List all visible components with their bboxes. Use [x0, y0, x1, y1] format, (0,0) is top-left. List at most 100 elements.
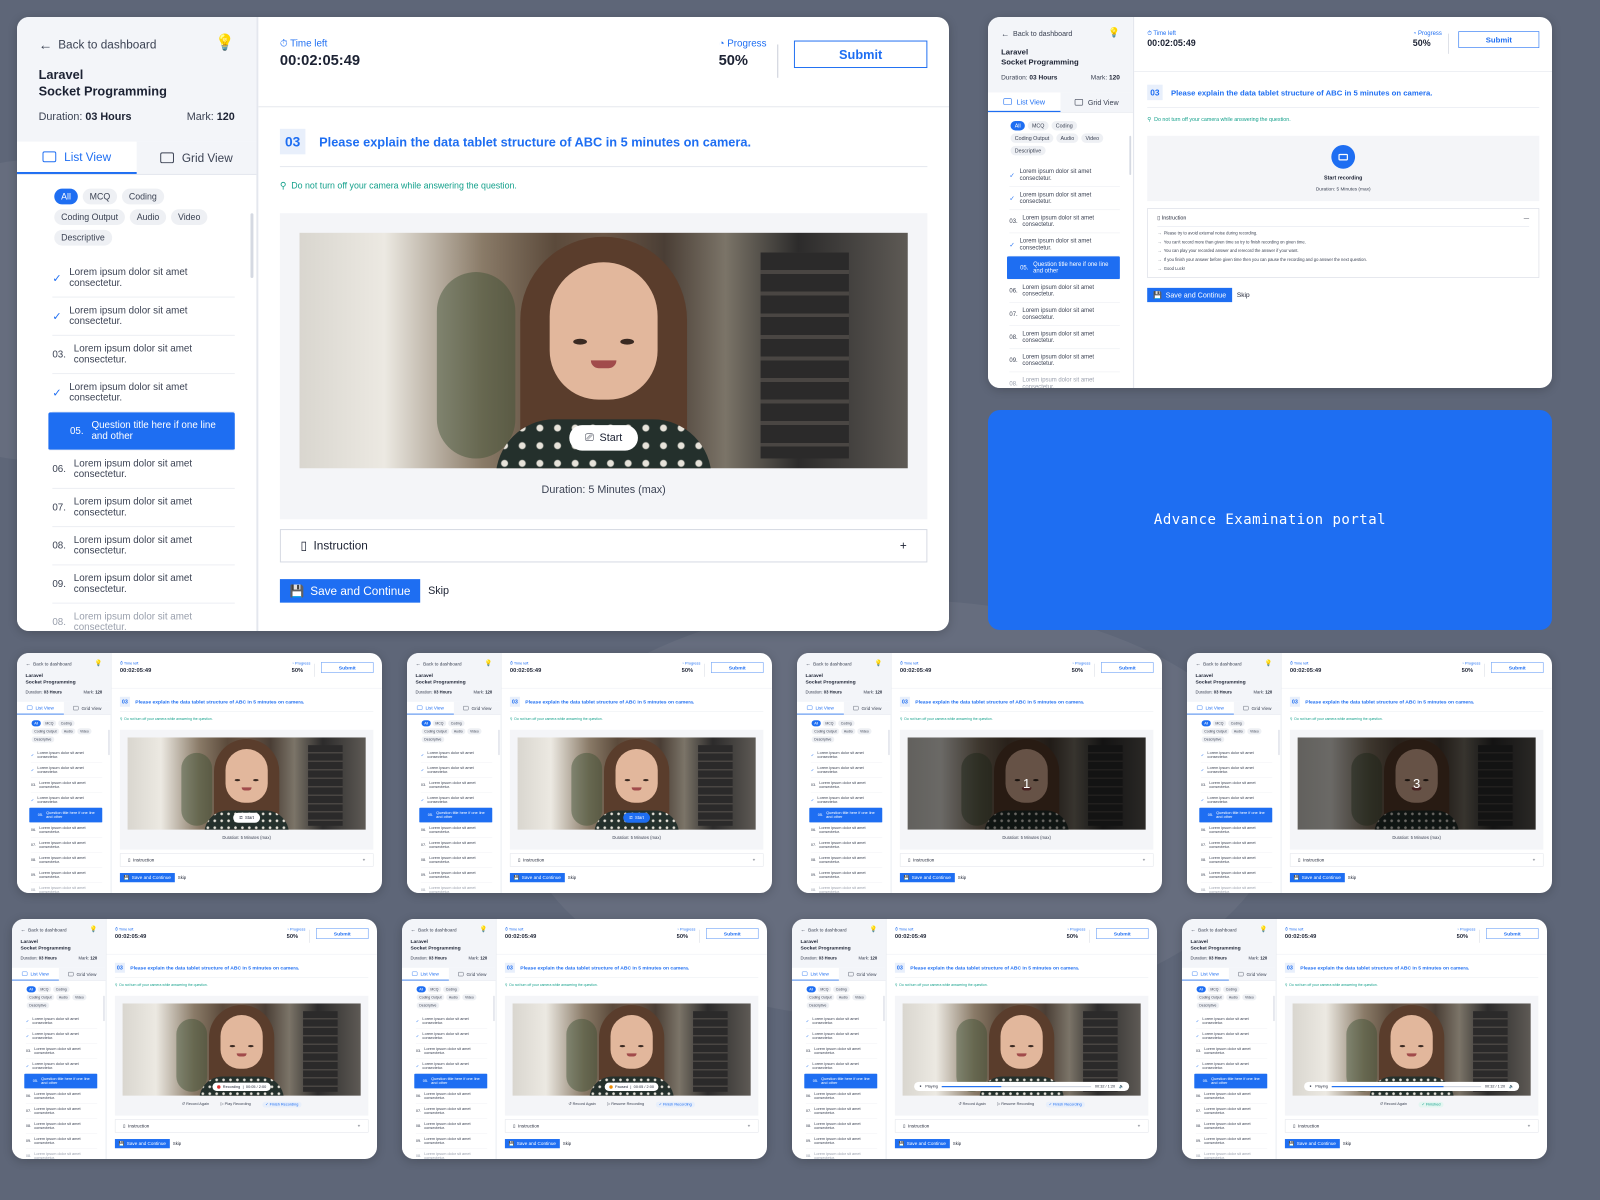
- chip-coding-output[interactable]: Coding Output: [54, 209, 125, 225]
- save-continue-button[interactable]: 💾 Save and Continue: [894, 1139, 950, 1149]
- list-item[interactable]: 03. Lorem ipsum dolor sit amet consectetu…: [52, 336, 235, 375]
- list-item[interactable]: 07. Lorem ipsum dolor sit amet consectetu…: [805, 1104, 878, 1119]
- chip-all[interactable]: All: [811, 720, 821, 727]
- list-item-active[interactable]: 05. Question title here if one line and o…: [414, 1073, 488, 1089]
- chip-video[interactable]: Video: [462, 994, 477, 1001]
- chip-all[interactable]: All: [421, 720, 431, 727]
- save-continue-button[interactable]: 💾 Save and Continue: [504, 1139, 560, 1149]
- list-item[interactable]: ✓ Lorem ipsum dolor sit amet consectetur.: [810, 748, 883, 763]
- record-again-button[interactable]: ↺ Record Again: [568, 1102, 595, 1108]
- tab-grid-view[interactable]: Grid View: [59, 968, 106, 981]
- finish-recording-button[interactable]: ✓ Finish Recording: [655, 1101, 695, 1108]
- tab-grid-view[interactable]: Grid View: [64, 702, 111, 715]
- record-again-button[interactable]: ↺ Record Again: [958, 1102, 985, 1108]
- chip-mcq[interactable]: MCQ: [37, 986, 52, 993]
- list-item[interactable]: 03. Lorem ipsum dolor sit amet consectetu…: [30, 778, 103, 793]
- save-continue-button[interactable]: 💾 Save and Continue: [119, 873, 175, 883]
- tab-list-view[interactable]: List View: [17, 141, 137, 174]
- list-item[interactable]: 06. Lorem ipsum dolor sit amet consectetu…: [30, 823, 103, 838]
- list-item[interactable]: ✓ Lorem ipsum dolor sit amet consectetur.: [1195, 1029, 1268, 1044]
- tab-list-view[interactable]: List View: [12, 967, 59, 981]
- playback-track[interactable]: [941, 1085, 1092, 1087]
- chip-all[interactable]: All: [54, 188, 78, 205]
- tab-grid-view[interactable]: Grid View: [449, 968, 496, 981]
- list-item[interactable]: ✓ Lorem ipsum dolor sit amet consectetur.: [1200, 763, 1273, 778]
- finish-recording-button[interactable]: ✓ Finish Recording: [262, 1101, 302, 1108]
- list-item[interactable]: 08. Lorem ipsum dolor sit amet consectetu…: [811, 883, 882, 893]
- chip-video[interactable]: Video: [77, 728, 92, 735]
- list-item-active[interactable]: 05. Question title here if one line and o…: [48, 412, 235, 451]
- pause-icon[interactable]: ⏸: [1309, 1084, 1311, 1088]
- chip-coding-output[interactable]: Coding Output: [416, 994, 445, 1001]
- chip-coding-output[interactable]: Coding Output: [1201, 728, 1230, 735]
- chip-mcq[interactable]: MCQ: [1207, 986, 1222, 993]
- list-item[interactable]: ✓ Lorem ipsum dolor sit amet consectetur.: [415, 1014, 488, 1029]
- list-item[interactable]: ✓ Lorem ipsum dolor sit amet consectetur.: [1200, 793, 1273, 808]
- submit-button[interactable]: Submit: [1486, 928, 1539, 939]
- tab-list-view[interactable]: List View: [988, 92, 1061, 113]
- chip-all[interactable]: All: [1201, 720, 1211, 727]
- record-again-button[interactable]: ↺ Record Again: [1380, 1102, 1407, 1108]
- list-item-active[interactable]: 05. Question title here if one line and o…: [29, 807, 103, 823]
- start-button[interactable]: ⎚ Start: [233, 812, 261, 823]
- sidebar-scrollbar[interactable]: [108, 729, 110, 756]
- submit-button[interactable]: Submit: [1101, 662, 1154, 673]
- tab-list-view[interactable]: List View: [792, 967, 839, 981]
- chip-descriptive[interactable]: Descriptive: [416, 1002, 440, 1009]
- back-link[interactable]: ← Back to dashboard: [1190, 927, 1267, 933]
- instruction-accordion[interactable]: ▯ Instruction +: [1289, 853, 1544, 867]
- back-link[interactable]: ← Back to dashboard: [1001, 29, 1120, 39]
- list-item[interactable]: ✓ Lorem ipsum dolor sit amet consectetur.: [415, 1059, 488, 1074]
- chip-descriptive[interactable]: Descriptive: [26, 1002, 50, 1009]
- list-item[interactable]: 08. Lorem ipsum dolor sit amet consectetu…: [810, 853, 883, 868]
- skip-button[interactable]: Skip: [958, 875, 966, 880]
- list-item[interactable]: 08. Lorem ipsum dolor sit amet consectetu…: [1200, 853, 1273, 868]
- save-continue-button[interactable]: 💾 Save and Continue: [114, 1139, 170, 1149]
- chip-all[interactable]: All: [31, 720, 41, 727]
- submit-button[interactable]: Submit: [1096, 928, 1149, 939]
- save-continue-button[interactable]: 💾 Save and Continue: [279, 579, 421, 603]
- list-item[interactable]: 08. Lorem ipsum dolor sit amet consectetu…: [1009, 326, 1120, 350]
- start-button[interactable]: ⎚ Start: [623, 812, 651, 823]
- submit-button[interactable]: Submit: [316, 928, 369, 939]
- list-item[interactable]: ✓ Lorem ipsum dolor sit amet consectetur.: [1009, 187, 1120, 211]
- back-link[interactable]: ← Back to dashboard: [25, 661, 102, 667]
- instruction-accordion[interactable]: ▯ Instruction +: [279, 529, 928, 563]
- chip-video[interactable]: Video: [1247, 728, 1262, 735]
- list-item[interactable]: ✓ Lorem ipsum dolor sit amet consectetur.: [30, 748, 103, 763]
- tab-grid-view[interactable]: Grid View: [137, 142, 257, 174]
- list-item[interactable]: 09. Lorem ipsum dolor sit amet consectetu…: [805, 1134, 878, 1149]
- skip-button[interactable]: Skip: [178, 875, 186, 880]
- list-item-active[interactable]: 05. Question title here if one line and o…: [1194, 1073, 1268, 1089]
- skip-button[interactable]: Skip: [1237, 291, 1250, 298]
- lightbulb-icon[interactable]: 💡: [1265, 659, 1273, 667]
- tab-list-view[interactable]: List View: [1187, 701, 1234, 715]
- list-item[interactable]: 08. Lorem ipsum dolor sit amet consectetu…: [52, 604, 234, 631]
- instruction-accordion[interactable]: ▯ Instruction +: [1284, 1119, 1539, 1133]
- chip-all[interactable]: All: [1010, 120, 1025, 131]
- list-item-active[interactable]: 05. Question title here if one line and o…: [24, 1073, 98, 1089]
- submit-button[interactable]: Submit: [1491, 662, 1544, 673]
- tab-grid-view[interactable]: Grid View: [1234, 702, 1281, 715]
- record-again-button[interactable]: ↺ Record Again: [182, 1102, 209, 1108]
- list-item[interactable]: ✓ Lorem ipsum dolor sit amet consectetur.: [420, 793, 493, 808]
- list-item-active[interactable]: 05. Question title here if one line and o…: [1007, 256, 1120, 280]
- list-item[interactable]: ✓ Lorem ipsum dolor sit amet consectetur.: [805, 1029, 878, 1044]
- list-item-active[interactable]: 05. Question title here if one line and o…: [809, 807, 883, 823]
- save-continue-button[interactable]: 💾 Save and Continue: [1147, 287, 1233, 303]
- chip-video[interactable]: Video: [852, 994, 867, 1001]
- list-item[interactable]: 09. Lorem ipsum dolor sit amet consectetu…: [1195, 1134, 1268, 1149]
- list-item[interactable]: 06. Lorem ipsum dolor sit amet consectetu…: [805, 1089, 878, 1104]
- chip-coding-output[interactable]: Coding Output: [31, 728, 60, 735]
- volume-icon[interactable]: 🔈: [1119, 1084, 1124, 1088]
- chip-video[interactable]: Video: [857, 728, 872, 735]
- list-item[interactable]: ✓ Lorem ipsum dolor sit amet consectetur.: [52, 298, 235, 336]
- skip-button[interactable]: Skip: [568, 875, 576, 880]
- list-item[interactable]: 08. Lorem ipsum dolor sit amet consectetu…: [1201, 883, 1272, 893]
- chip-descriptive[interactable]: Descriptive: [1010, 145, 1046, 156]
- tab-list-view[interactable]: List View: [402, 967, 449, 981]
- lightbulb-icon[interactable]: 💡: [95, 659, 103, 667]
- chip-coding[interactable]: Coding: [1223, 986, 1240, 993]
- chip-coding[interactable]: Coding: [53, 986, 70, 993]
- sidebar-scrollbar[interactable]: [493, 995, 495, 1022]
